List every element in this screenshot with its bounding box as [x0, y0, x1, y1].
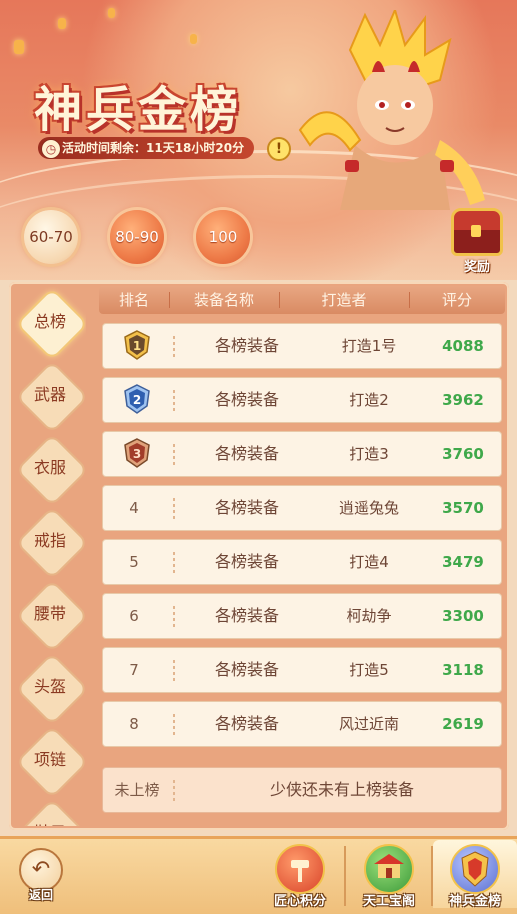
- info-button[interactable]: !: [267, 137, 291, 161]
- equipment-name: 各榜装备: [214, 660, 279, 679]
- reward-button[interactable]: 奖励: [448, 208, 506, 275]
- my-rank-message: 少侠还未有上榜装备: [269, 780, 414, 799]
- maker-name: 风过近南: [338, 715, 399, 733]
- category-tab-necklace[interactable]: 项链: [15, 725, 86, 799]
- maker-name: 柯劫争: [346, 607, 392, 625]
- score-value: 3962: [442, 391, 484, 409]
- my-rank-row: 未上榜 少侠还未有上榜装备: [102, 767, 502, 813]
- crest-icon: [450, 844, 500, 894]
- nav-craft-points[interactable]: 匠心积分: [258, 840, 342, 909]
- score-value: 4088: [442, 337, 484, 355]
- rank-number: 4: [129, 499, 139, 517]
- reward-label: 奖励: [463, 260, 490, 275]
- timer-text: 活动时间剩余：11天18小时20分: [62, 141, 245, 155]
- my-rank-status: 未上榜: [114, 781, 160, 799]
- category-sidebar[interactable]: 总榜 武器 衣服 戒指 腰带 头盔 项链 鞋子: [14, 286, 86, 826]
- score-value: 3118: [442, 661, 484, 679]
- page-title: 神兵金榜: [34, 82, 243, 138]
- score-value: 3760: [442, 445, 484, 463]
- equipment-name: 各榜装备: [214, 606, 279, 625]
- maker-name: 逍遥兔兔: [338, 499, 399, 517]
- score-value: 3479: [442, 553, 484, 571]
- maker-name: 打造4: [349, 553, 389, 571]
- equipment-name: 各榜装备: [214, 552, 279, 571]
- category-tab-belt[interactable]: 腰带: [15, 579, 86, 653]
- category-tab-shoes[interactable]: 鞋子: [15, 798, 86, 826]
- equipment-name: 各榜装备: [214, 498, 279, 517]
- maker-name: 打造3: [349, 445, 389, 463]
- table-row[interactable]: 2 各榜装备 打造2 3962: [102, 377, 502, 423]
- pavilion-icon: [364, 844, 414, 894]
- equipment-name: 各榜装备: [214, 444, 279, 463]
- category-tab-helmet[interactable]: 头盔: [15, 652, 86, 726]
- score-value: 3300: [442, 607, 484, 625]
- equipment-name: 各榜装备: [214, 714, 279, 733]
- back-button[interactable]: ↶ 返回: [18, 848, 64, 904]
- equipment-name: 各榜装备: [214, 390, 279, 409]
- rank-number: 5: [129, 553, 139, 571]
- header-equipment-name: 装备名称: [193, 291, 254, 309]
- nav-weapon-ranking[interactable]: 神兵金榜: [433, 840, 517, 909]
- category-tab-overall[interactable]: 总榜: [15, 287, 86, 361]
- svg-text:3: 3: [133, 447, 141, 461]
- gold-medal-icon: 1: [124, 330, 150, 360]
- lantern-icon: [108, 8, 115, 18]
- treasure-chest-icon: [451, 208, 503, 256]
- table-header: 排名 装备名称 打造者 评分: [99, 286, 505, 314]
- hammer-badge-icon: [275, 844, 325, 894]
- header-maker: 打造者: [321, 291, 367, 309]
- table-row[interactable]: 8 各榜装备 风过近南 2619: [102, 701, 502, 747]
- header-score: 评分: [441, 291, 472, 309]
- lantern-icon: [190, 34, 197, 44]
- range-tab-80-90[interactable]: 80-90: [110, 210, 164, 264]
- rank-number: 8: [129, 715, 139, 733]
- svg-text:2: 2: [133, 393, 141, 407]
- silver-medal-icon: 2: [124, 384, 150, 414]
- table-row[interactable]: 5 各榜装备 打造4 3479: [102, 539, 502, 585]
- activity-timer: ◷ 活动时间剩余：11天18小时20分: [38, 137, 255, 159]
- nav-treasure-pavilion[interactable]: 天工宝阁: [347, 840, 431, 909]
- table-row[interactable]: 1 各榜装备 打造1号 4088: [102, 323, 502, 369]
- range-tab-60-70[interactable]: 60-70: [24, 210, 78, 264]
- bronze-medal-icon: 3: [124, 438, 150, 468]
- table-row[interactable]: 4 各榜装备 逍遥兔兔 3570: [102, 485, 502, 531]
- svg-text:1: 1: [133, 339, 141, 353]
- header-rank: 排名: [118, 291, 149, 309]
- score-value: 2619: [442, 715, 484, 733]
- clock-icon: ◷: [41, 139, 61, 159]
- rank-number: 6: [129, 607, 139, 625]
- hero-character-illustration: [298, 10, 485, 210]
- back-label: 返回: [28, 888, 53, 902]
- maker-name: 打造1号: [341, 337, 397, 355]
- range-tab-100[interactable]: 100: [196, 210, 250, 264]
- table-row[interactable]: 6 各榜装备 柯劫争 3300: [102, 593, 502, 639]
- maker-name: 打造2: [349, 391, 389, 409]
- table-row[interactable]: 3 各榜装备 打造3 3760: [102, 431, 502, 477]
- category-tab-weapon[interactable]: 武器: [15, 360, 86, 434]
- rank-number: 7: [129, 661, 139, 679]
- lantern-icon: [58, 18, 66, 29]
- table-row[interactable]: 7 各榜装备 打造5 3118: [102, 647, 502, 693]
- category-tab-ring[interactable]: 戒指: [15, 506, 86, 580]
- score-value: 3570: [442, 499, 484, 517]
- lantern-icon: [14, 40, 24, 54]
- category-tab-clothes[interactable]: 衣服: [15, 433, 86, 507]
- maker-name: 打造5: [349, 661, 389, 679]
- equipment-name: 各榜装备: [214, 336, 279, 355]
